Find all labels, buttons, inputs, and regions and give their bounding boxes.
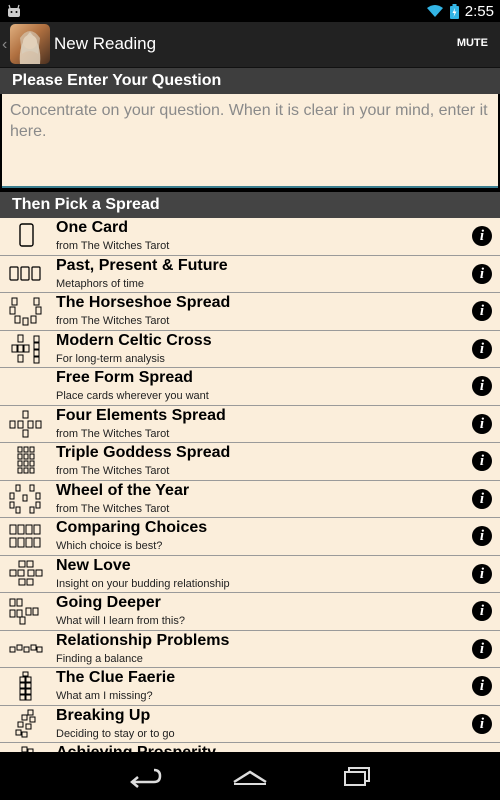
spread-description: from The Witches Tarot: [56, 502, 170, 515]
question-input[interactable]: [2, 94, 498, 188]
info-icon[interactable]: i: [472, 451, 492, 471]
spread-row-modern-celtic-cross[interactable]: Modern Celtic Cross For long-term analys…: [0, 331, 500, 368]
spread-name: Breaking Up: [56, 706, 151, 724]
spread-name: One Card: [56, 219, 129, 236]
spread-description: What am I missing?: [56, 690, 153, 702]
screen-title: New Reading: [54, 34, 157, 53]
back-nav-icon[interactable]: [124, 764, 164, 788]
spread-name: Modern Celtic Cross: [56, 331, 212, 349]
info-icon[interactable]: i: [472, 526, 492, 546]
mute-button[interactable]: MUTE: [457, 37, 488, 49]
info-icon[interactable]: i: [472, 301, 492, 321]
wifi-icon: [426, 5, 443, 17]
horseshoe-layout-icon: [9, 297, 42, 326]
breaking-up-layout-icon: [15, 709, 36, 737]
info-icon[interactable]: i: [472, 413, 492, 434]
status-bar: 2:55: [0, 0, 500, 22]
spread-row-horseshoe[interactable]: The Horseshoe Spread from The Witches Ta…: [0, 293, 500, 331]
info-icon[interactable]: i: [472, 563, 492, 584]
spread-name: Past, Present & Future: [56, 256, 228, 274]
wheel-layout-icon: [9, 484, 41, 513]
one-card-layout-icon: [19, 223, 34, 247]
spread-description: from The Witches Tarot: [56, 465, 170, 477]
spread-row-relationship-problems[interactable]: Relationship Problems Finding a balance …: [0, 631, 500, 668]
spread-row-achieving-prosperity[interactable]: Achieving Prosperity: [0, 743, 500, 752]
action-bar: ‹ New Reading MUTE: [0, 22, 500, 68]
spread-name: The Clue Faerie: [56, 669, 176, 686]
navigation-bar: [0, 752, 500, 800]
info-icon[interactable]: i: [472, 638, 492, 659]
info-icon[interactable]: i: [472, 338, 492, 359]
triple-goddess-layout-icon: [17, 446, 35, 474]
spread-name: Wheel of the Year: [56, 481, 190, 499]
new-love-layout-icon: [9, 560, 43, 585]
android-notification-icon: [8, 4, 20, 17]
spread-name: Four Elements Spread: [56, 406, 226, 424]
free-form-layout-icon: [8, 371, 44, 401]
info-icon[interactable]: i: [472, 226, 492, 246]
spread-row-free-form[interactable]: Free Form Spread Place cards wherever yo…: [0, 368, 500, 406]
spread-row-breaking-up[interactable]: Breaking Up Deciding to stay or to go i: [0, 706, 500, 743]
spread-name: The Horseshoe Spread: [56, 294, 231, 311]
spread-row-past-present-future[interactable]: Past, Present & Future Metaphors of time…: [0, 256, 500, 293]
spread-name: Achieving Prosperity: [56, 744, 216, 752]
spread-name: New Love: [56, 556, 131, 574]
app-logo-icon[interactable]: [10, 24, 50, 64]
battery-icon: [449, 3, 459, 19]
info-icon[interactable]: i: [472, 601, 492, 621]
spread-row-new-love[interactable]: New Love Insight on your budding relatio…: [0, 556, 500, 593]
spread-description: What will I learn from this?: [56, 615, 185, 627]
comparing-choices-layout-icon: [9, 524, 41, 548]
spread-row-one-card[interactable]: One Card from The Witches Tarot i: [0, 218, 500, 256]
clue-faerie-layout-icon: [19, 671, 32, 701]
four-elements-layout-icon: [9, 410, 42, 437]
info-icon[interactable]: i: [472, 713, 492, 734]
spread-row-comparing-choices[interactable]: Comparing Choices Which choice is best? …: [0, 518, 500, 556]
info-icon[interactable]: i: [472, 263, 492, 284]
home-nav-icon[interactable]: [230, 764, 270, 788]
info-icon[interactable]: i: [472, 376, 492, 396]
relationship-problems-layout-icon: [9, 644, 43, 652]
status-time: 2:55: [464, 2, 494, 20]
spread-row-clue-faerie[interactable]: The Clue Faerie What am I missing? i: [0, 668, 500, 706]
recent-apps-nav-icon[interactable]: [337, 764, 377, 788]
spread-description: Metaphors of time: [56, 277, 145, 290]
back-caret-icon[interactable]: ‹: [2, 36, 7, 54]
spread-description: Insight on your budding relationship: [56, 577, 230, 590]
spread-list: One Card from The Witches Tarot i Past, …: [0, 218, 500, 752]
spread-name: Triple Goddess Spread: [56, 444, 231, 461]
spread-description: from The Witches Tarot: [56, 427, 170, 440]
spread-description: Place cards wherever you want: [56, 390, 209, 402]
three-card-layout-icon: [9, 265, 41, 281]
going-deeper-layout-icon: [9, 598, 39, 625]
spread-row-triple-goddess[interactable]: Triple Goddess Spread from The Witches T…: [0, 443, 500, 481]
spread-description: from The Witches Tarot: [56, 315, 170, 327]
spread-description: Deciding to stay or to go: [56, 727, 175, 740]
info-icon[interactable]: i: [472, 676, 492, 696]
spread-header: Then Pick a Spread: [0, 192, 500, 218]
spread-row-wheel-of-the-year[interactable]: Wheel of the Year from The Witches Tarot…: [0, 481, 500, 518]
spread-description: Which choice is best?: [56, 540, 163, 552]
spread-name: Going Deeper: [56, 594, 161, 611]
spread-description: For long-term analysis: [56, 352, 165, 365]
spread-row-four-elements[interactable]: Four Elements Spread from The Witches Ta…: [0, 406, 500, 443]
spread-name: Relationship Problems: [56, 631, 230, 649]
celtic-cross-layout-icon: [11, 334, 40, 363]
spread-description: from The Witches Tarot: [56, 240, 170, 252]
info-icon[interactable]: i: [472, 488, 492, 509]
question-header: Please Enter Your Question: [0, 68, 500, 94]
spread-name: Free Form Spread: [56, 369, 193, 386]
spread-row-going-deeper[interactable]: Going Deeper What will I learn from this…: [0, 593, 500, 631]
spread-description: Finding a balance: [56, 652, 143, 665]
spread-name: Comparing Choices: [56, 519, 208, 536]
